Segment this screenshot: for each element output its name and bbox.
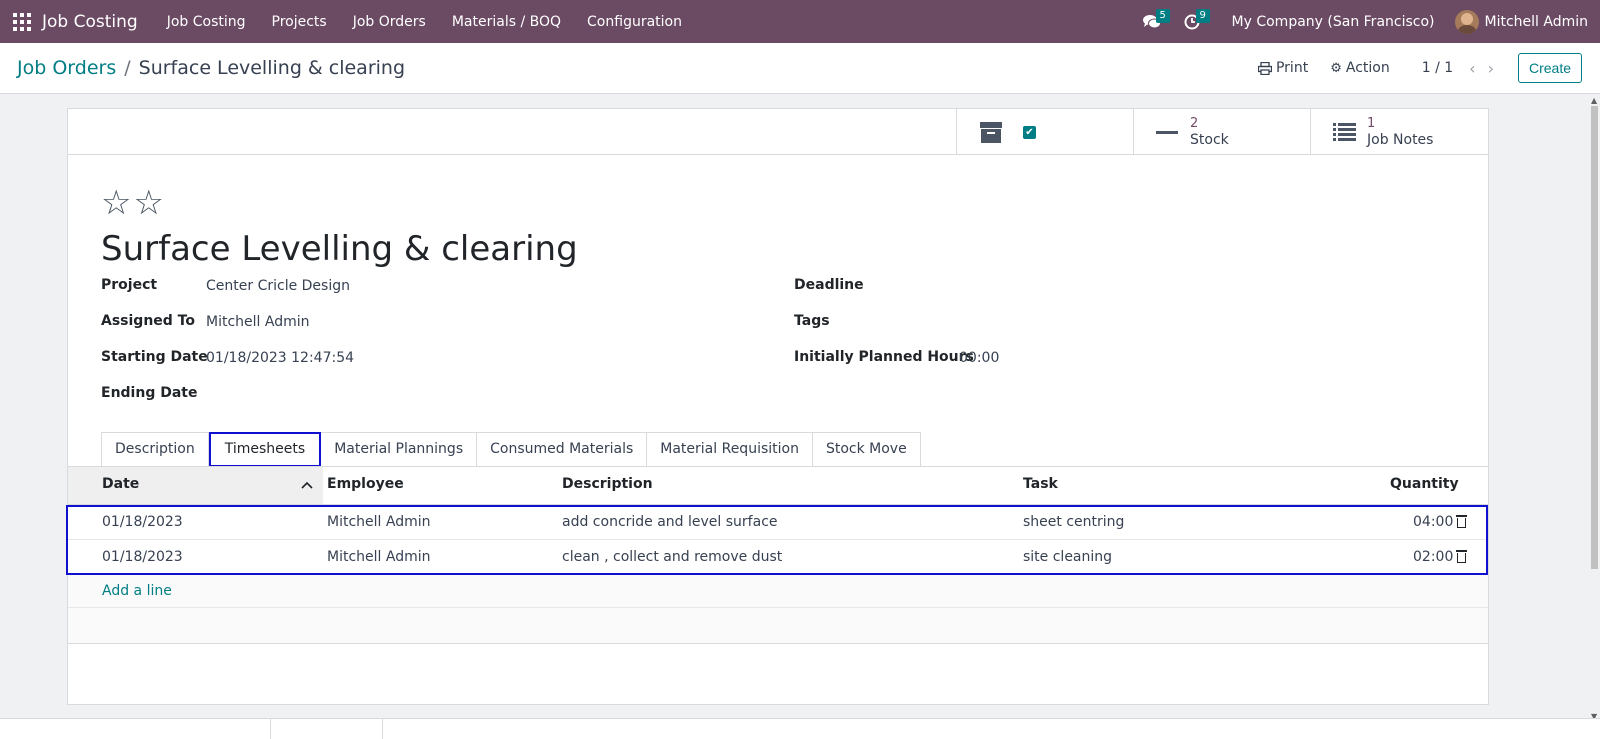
- job-notes-smart-button[interactable]: 1 Job Notes: [1310, 109, 1488, 155]
- header-date[interactable]: Date: [102, 467, 139, 504]
- divider: [382, 719, 383, 739]
- menu-job-orders[interactable]: Job Orders: [340, 14, 439, 30]
- main-menu: Job Costing Projects Job Orders Material…: [154, 14, 695, 30]
- archive-icon: [979, 122, 1002, 143]
- active-checkbox[interactable]: ✔: [1023, 125, 1036, 139]
- job-order-title[interactable]: Surface Levelling & clearing: [101, 229, 578, 269]
- job-notes-count: 1: [1367, 116, 1376, 131]
- stock-label: Stock: [1190, 132, 1229, 148]
- header-employee[interactable]: Employee: [327, 467, 404, 504]
- starting-date-label: Starting Date: [101, 349, 208, 365]
- print-button[interactable]: Print: [1257, 60, 1309, 76]
- pager-value[interactable]: 1 / 1: [1422, 60, 1453, 76]
- project-label: Project: [101, 277, 158, 293]
- action-button[interactable]: ⚙ Action: [1330, 60, 1390, 76]
- bars-icon: [1156, 128, 1178, 137]
- rows-highlight-box: [66, 505, 1488, 575]
- header-task[interactable]: Task: [1023, 467, 1058, 504]
- chatter-area-top: [0, 718, 1600, 739]
- notebook-tabs: Description Timesheets Material Planning…: [101, 432, 921, 467]
- messages-badge: 5: [1155, 9, 1170, 23]
- pager-previous-icon[interactable]: ‹: [1469, 59, 1475, 78]
- menu-projects[interactable]: Projects: [259, 14, 340, 30]
- priority-star-icon-2[interactable]: ☆: [133, 186, 163, 220]
- control-panel: Job Orders / Surface Levelling & clearin…: [0, 43, 1600, 94]
- tab-consumed-materials[interactable]: Consumed Materials: [477, 432, 648, 467]
- scroll-up-arrow-icon[interactable]: ▲: [1591, 96, 1597, 105]
- activities-badge: 9: [1195, 9, 1210, 23]
- breadcrumb-current: Surface Levelling & clearing: [138, 57, 406, 79]
- list-icon: [1332, 122, 1356, 142]
- smart-button-box: ✔ 2 Stock 1 Job Notes: [68, 109, 1488, 155]
- planned-hours-field[interactable]: 00:00: [959, 350, 999, 366]
- top-navbar: Job Costing Job Costing Projects Job Ord…: [0, 0, 1600, 43]
- divider: [270, 719, 271, 739]
- tab-stock-move[interactable]: Stock Move: [812, 432, 921, 467]
- priority-star-icon-1[interactable]: ☆: [101, 186, 131, 220]
- company-switcher[interactable]: My Company (San Francisco): [1232, 14, 1435, 30]
- tab-material-plannings[interactable]: Material Plannings: [321, 432, 478, 467]
- form-sheet: ✔ 2 Stock 1 Job Notes ☆ ☆ Surface Levell…: [66, 108, 1489, 705]
- breadcrumb: Job Orders / Surface Levelling & clearin…: [17, 57, 405, 79]
- header-quantity[interactable]: Quantity: [1390, 467, 1459, 504]
- tab-timesheets[interactable]: Timesheets: [208, 432, 322, 467]
- user-menu[interactable]: Mitchell Admin: [1454, 9, 1589, 34]
- breadcrumb-separator: /: [124, 57, 131, 79]
- apps-grid-icon[interactable]: [12, 12, 32, 32]
- archive-toggle-button[interactable]: ✔: [956, 109, 1134, 155]
- add-line-link[interactable]: Add a line: [68, 575, 1488, 608]
- ending-date-label: Ending Date: [101, 385, 198, 401]
- printer-icon: [1257, 61, 1272, 75]
- priority-stars: ☆ ☆: [101, 186, 166, 220]
- activities-button[interactable]: 9: [1172, 0, 1212, 43]
- stock-smart-button[interactable]: 2 Stock: [1133, 109, 1311, 155]
- job-notes-label: Job Notes: [1367, 132, 1434, 148]
- starting-date-field[interactable]: 01/18/2023 12:47:54: [206, 350, 354, 366]
- table-header: Date Employee Description Task Quantity: [68, 467, 1488, 505]
- scroll-thumb[interactable]: [1591, 106, 1598, 569]
- assigned-to-label: Assigned To: [101, 313, 195, 329]
- tab-material-requisition[interactable]: Material Requisition: [647, 432, 813, 467]
- stock-count: 2: [1190, 116, 1199, 131]
- sort-ascending-icon: [301, 481, 313, 489]
- print-label: Print: [1275, 60, 1309, 76]
- page-scrollbar[interactable]: ▲ ▼: [1589, 94, 1600, 724]
- gear-icon: ⚙: [1330, 60, 1342, 76]
- app-brand[interactable]: Job Costing: [42, 12, 138, 32]
- pager-next-icon[interactable]: ›: [1488, 59, 1494, 78]
- tab-description[interactable]: Description: [101, 432, 209, 467]
- header-description[interactable]: Description: [562, 467, 653, 504]
- user-name: Mitchell Admin: [1484, 13, 1589, 30]
- messages-button[interactable]: 5: [1132, 0, 1172, 43]
- menu-job-costing[interactable]: Job Costing: [154, 14, 259, 30]
- action-label: Action: [1345, 60, 1390, 76]
- assigned-to-field[interactable]: Mitchell Admin: [206, 314, 310, 330]
- breadcrumb-job-orders[interactable]: Job Orders: [17, 57, 116, 79]
- project-field[interactable]: Center Cricle Design: [206, 278, 350, 294]
- planned-hours-label: Initially Planned Hours: [794, 349, 974, 365]
- tags-label: Tags: [794, 313, 830, 329]
- deadline-label: Deadline: [794, 277, 864, 293]
- menu-materials-boq[interactable]: Materials / BOQ: [439, 14, 574, 30]
- create-button[interactable]: Create: [1517, 53, 1582, 83]
- empty-row: [68, 608, 1488, 644]
- menu-configuration[interactable]: Configuration: [574, 14, 695, 30]
- avatar: [1454, 9, 1479, 34]
